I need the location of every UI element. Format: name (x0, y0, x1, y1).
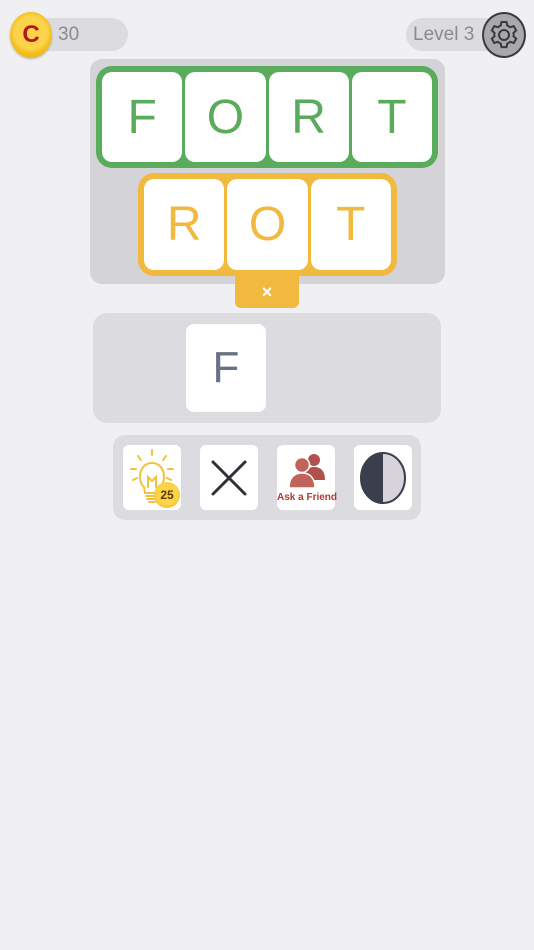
current-word-row: R O T (138, 173, 397, 276)
remove-letter-button[interactable] (200, 445, 258, 510)
solved-letter-tile: F (102, 72, 183, 162)
clear-word-button[interactable]: × (235, 276, 299, 308)
letter-input-area (93, 313, 441, 423)
solved-letter-tile: R (268, 72, 349, 162)
game-screen: C 30 Level 3 F O R T R O T × F 25 Ask a … (0, 0, 534, 950)
ask-a-friend-label: Ask a Friend (277, 492, 338, 503)
close-icon (211, 460, 247, 495)
gear-icon (490, 21, 518, 49)
solved-letter-tile: O (185, 72, 266, 162)
settings-button[interactable] (482, 12, 526, 58)
current-letter-tile[interactable]: O (227, 179, 308, 270)
reveal-button[interactable] (354, 445, 412, 510)
half-circle-icon (360, 451, 406, 504)
input-letter-tile[interactable]: F (186, 324, 266, 412)
level-label: Level 3 (413, 24, 475, 45)
current-letter-tile[interactable]: R (144, 179, 225, 270)
friends-icon (288, 454, 325, 489)
coin-count: 30 (58, 24, 80, 45)
solved-word-row: F O R T (96, 66, 438, 168)
current-letter-tile[interactable]: T (310, 179, 391, 270)
coin-symbol: C (22, 21, 40, 48)
coin-icon: C (10, 12, 52, 58)
hint-cost-badge: 25 (154, 482, 180, 508)
solved-letter-tile: T (351, 72, 432, 162)
